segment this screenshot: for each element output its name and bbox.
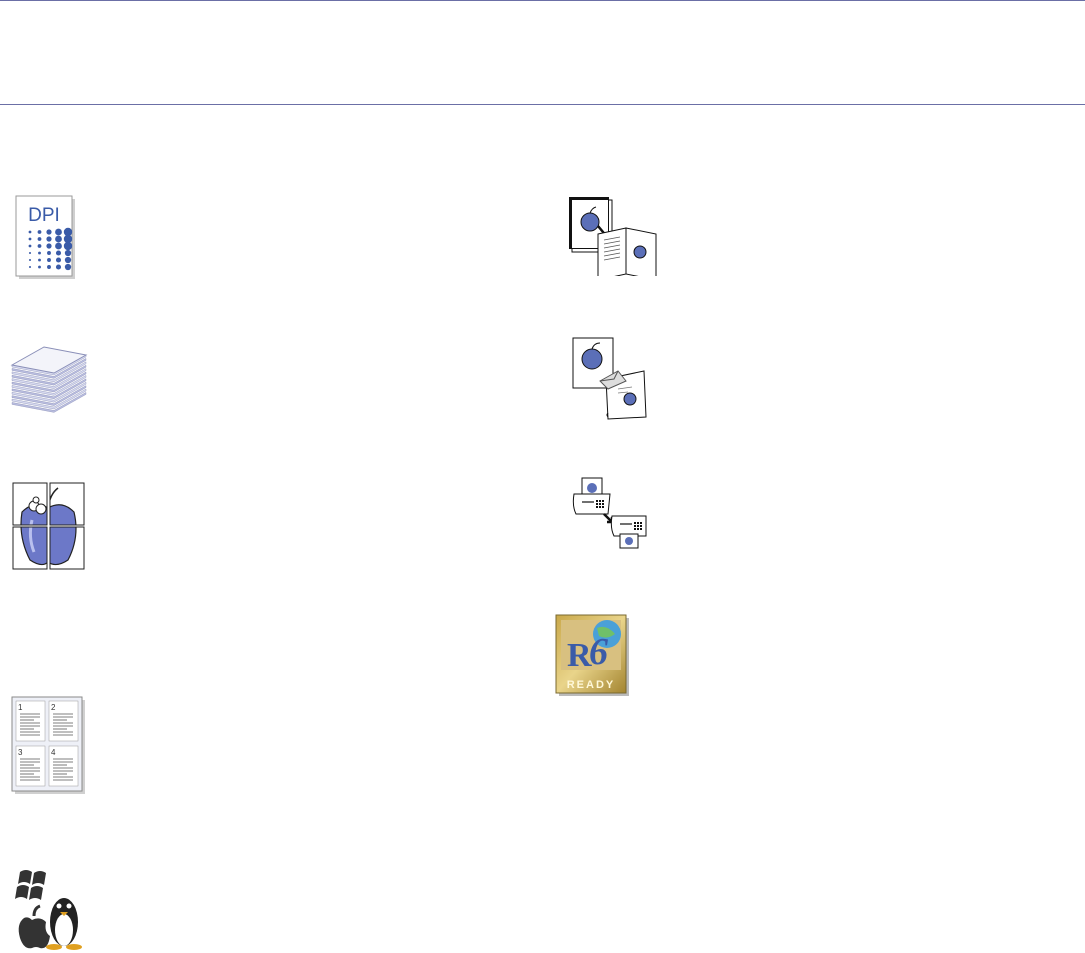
dpi-label: DPI (28, 205, 60, 226)
nup-page-number: 1 (18, 703, 23, 712)
nup-page-number: 2 (51, 703, 56, 712)
ipv6-ready-icon: R 6 READY (555, 614, 631, 698)
fax-icon (572, 476, 648, 552)
poster-apple-icon (12, 482, 86, 570)
paper-stack-icon (8, 343, 90, 413)
apple-logo-icon (18, 904, 50, 949)
linux-penguin-icon (46, 898, 82, 950)
header-top-rule (0, 0, 1085, 1)
dpi-icon: DPI (15, 195, 77, 281)
n-up-pages-icon: 1 2 3 4 (11, 696, 87, 796)
booklet-print-icon (568, 196, 664, 276)
scan-to-email-icon (572, 337, 668, 421)
svg-text:6: 6 (589, 631, 608, 673)
windows-mac-linux-icon (14, 860, 86, 952)
ipv6-ready-label: READY (567, 679, 616, 691)
header-bottom-rule (0, 104, 1085, 105)
windows-logo-icon (15, 870, 46, 900)
nup-page-number: 3 (18, 748, 23, 757)
nup-page-number: 4 (51, 748, 56, 757)
